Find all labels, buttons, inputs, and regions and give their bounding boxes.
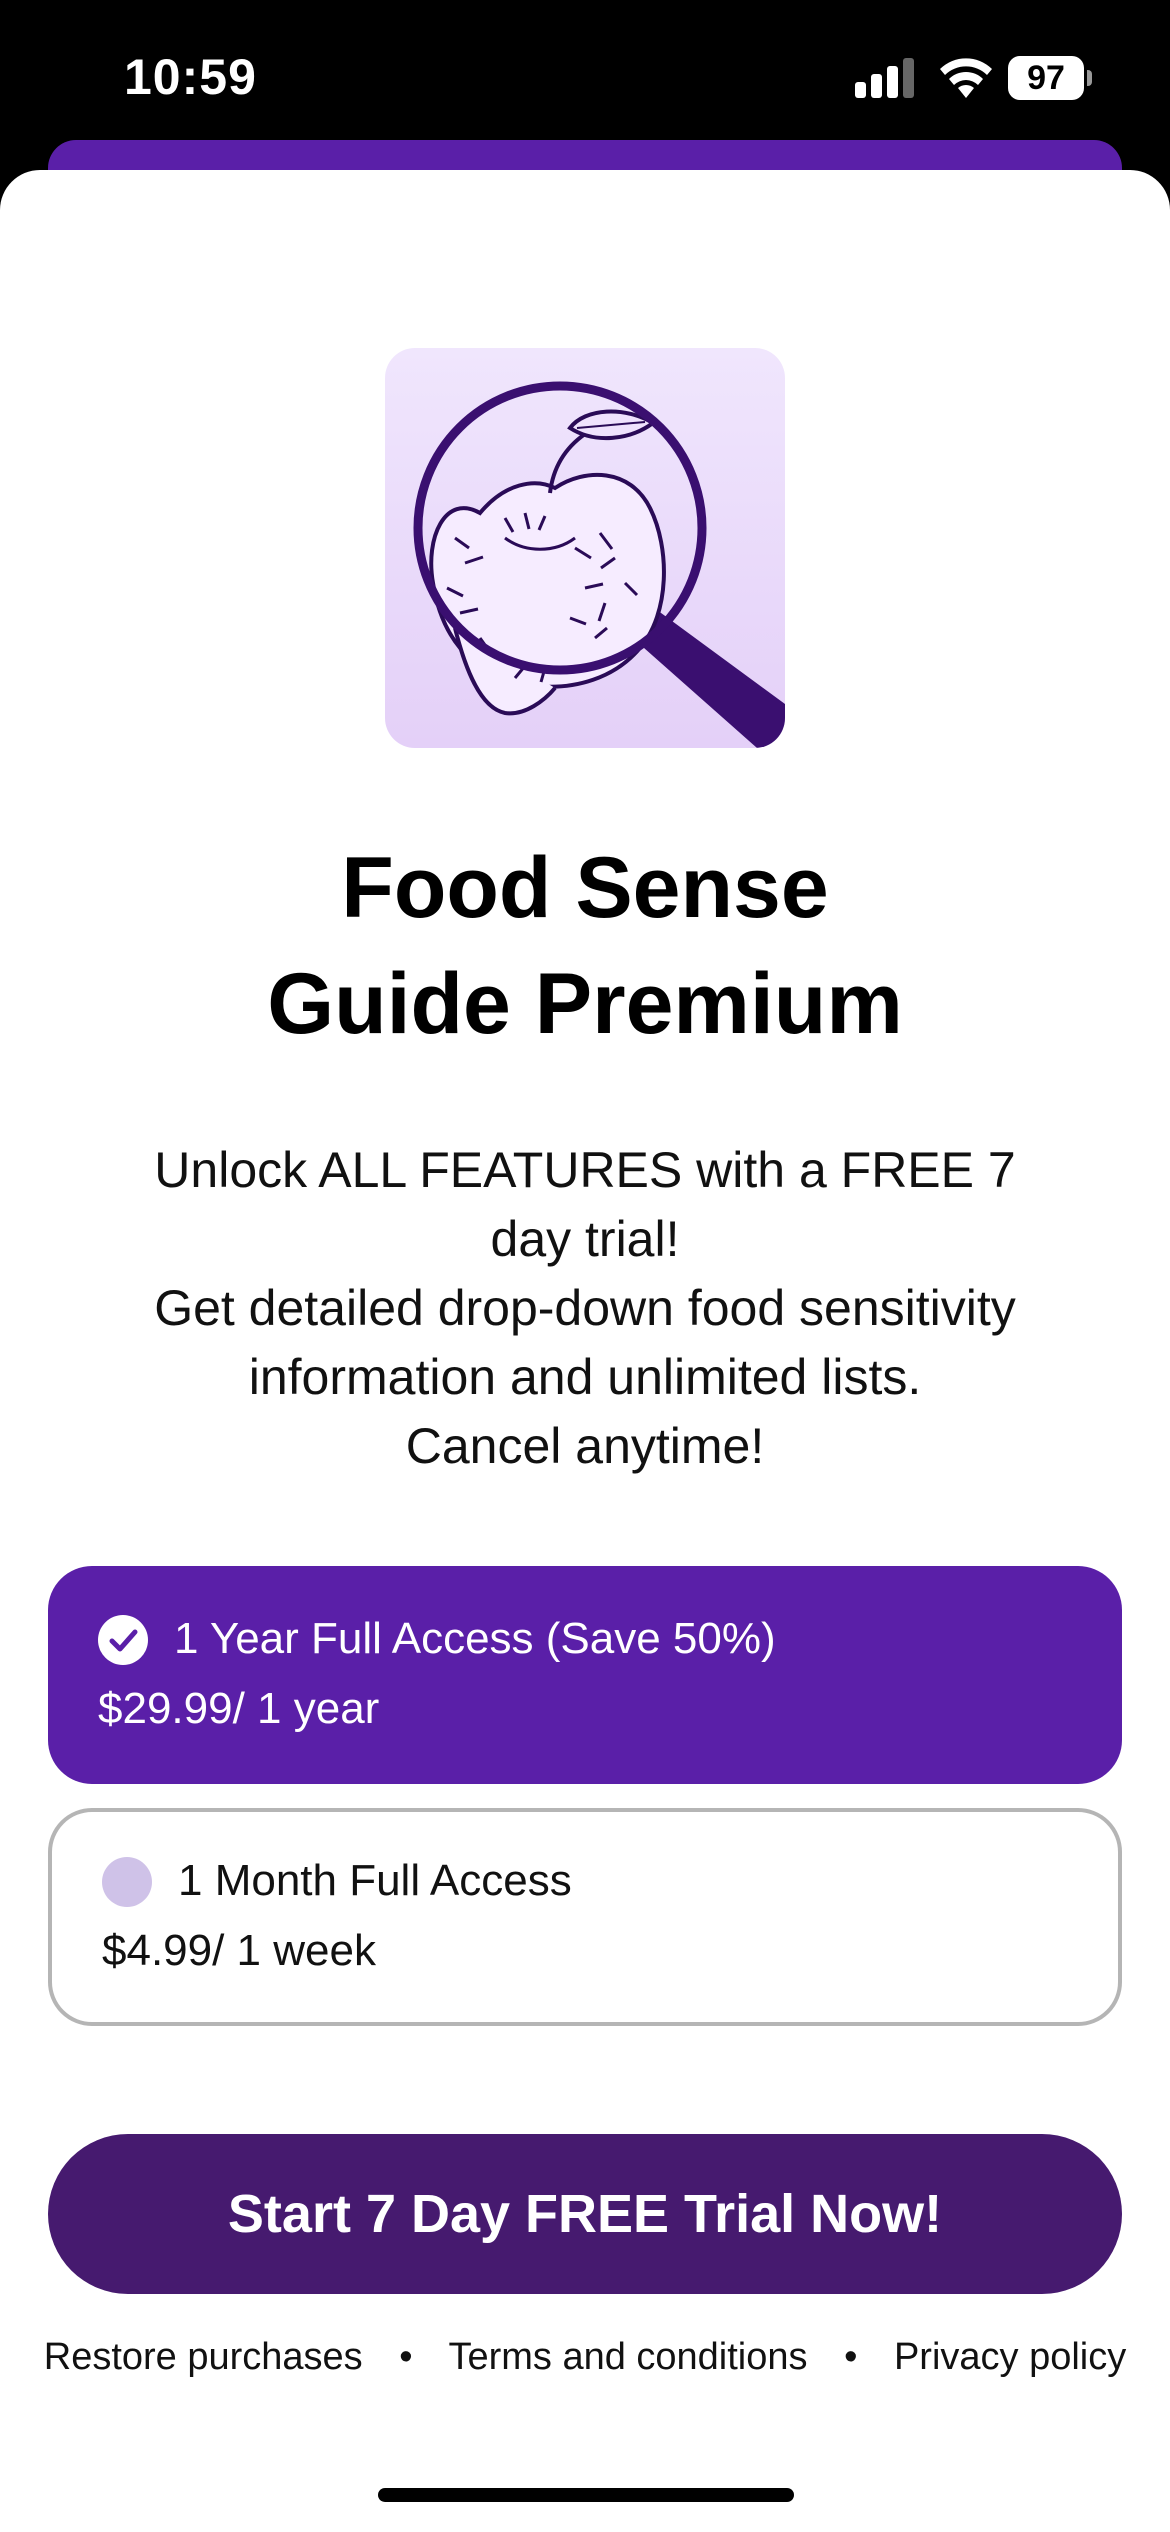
status-bar: 10:59 97 [0,0,1170,160]
description-line: day trial! [490,1211,680,1267]
title-line-2: Guide Premium [267,956,903,1052]
app-logo-icon [385,348,785,748]
start-trial-button[interactable]: Start 7 Day FREE Trial Now! [48,2134,1122,2294]
cellular-signal-icon [855,58,914,98]
paywall-title: Food Sense Guide Premium [0,830,1170,1062]
checkmark-icon [98,1615,148,1665]
separator: • [399,2336,413,2378]
wifi-icon [940,58,992,98]
description-line: Unlock ALL FEATURES with a FREE 7 [154,1142,1016,1198]
radio-unselected-icon [102,1857,152,1907]
footer-links: Restore purchases • Terms and conditions… [0,2336,1170,2379]
description-line: Get detailed drop-down food sensitivity [154,1280,1016,1336]
restore-purchases-link[interactable]: Restore purchases [44,2336,363,2378]
plan-price: $4.99/ 1 week [102,1926,376,1975]
paywall-description: Unlock ALL FEATURES with a FREE 7 day tr… [80,1136,1090,1481]
battery-percentage: 97 [1027,59,1065,97]
plan-label: 1 Month Full Access [178,1856,572,1905]
title-line-1: Food Sense [341,840,829,936]
home-indicator[interactable] [378,2488,794,2502]
plan-option-yearly[interactable]: 1 Year Full Access (Save 50%) $29.99/ 1 … [48,1566,1122,1784]
plan-label: 1 Year Full Access (Save 50%) [174,1614,776,1663]
privacy-link[interactable]: Privacy policy [894,2336,1126,2378]
terms-link[interactable]: Terms and conditions [448,2336,807,2378]
description-line: information and unlimited lists. [248,1349,922,1405]
battery-icon: 97 [1008,56,1094,100]
separator: • [844,2336,858,2378]
status-time: 10:59 [124,49,257,105]
description-line: Cancel anytime! [405,1418,765,1474]
plan-option-monthly[interactable]: 1 Month Full Access $4.99/ 1 week [48,1808,1122,2026]
plan-price: $29.99/ 1 year [98,1684,380,1733]
